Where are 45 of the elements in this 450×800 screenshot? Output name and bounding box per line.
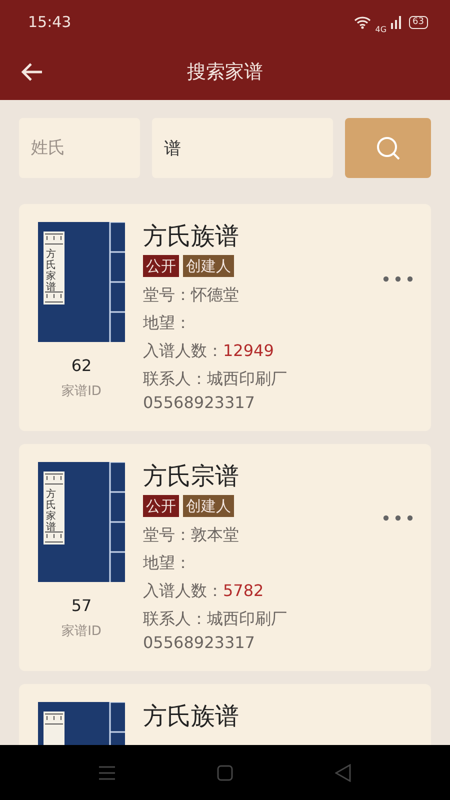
battery-indicator: 63 — [408, 16, 428, 29]
field-label: 堂号： — [143, 524, 191, 546]
field-label: 堂号： — [143, 284, 191, 306]
tag-label: 公开 — [143, 254, 179, 277]
network-label: 4G — [375, 24, 387, 36]
page-title: 搜索家谱 — [187, 60, 263, 86]
field-label: 入谱人数： — [143, 580, 223, 602]
back-icon — [335, 764, 351, 782]
more-icon — [383, 276, 413, 282]
field-label: 地望： — [143, 552, 191, 574]
genealogy-id: 57 — [70, 594, 93, 617]
genealogy-title: 方氏族谱 — [143, 702, 240, 730]
phone-number: 05568923317 — [143, 392, 256, 413]
tag-label: 创建人 — [183, 254, 234, 277]
cover-label: 方氏家谱 — [45, 249, 57, 293]
field-value: 5782 — [223, 580, 264, 602]
field-label: 入谱人数： — [143, 340, 223, 362]
field-label: 联系人： — [143, 368, 207, 390]
id-label: 家谱ID — [60, 622, 102, 641]
field-value: 城西印刷厂 — [207, 368, 287, 390]
surname-field[interactable]: 姓氏 — [19, 118, 140, 178]
field-value: 城西印刷厂 — [207, 608, 287, 630]
signal-icon — [390, 16, 401, 29]
back-arrow-icon — [20, 62, 44, 82]
menu-icon — [99, 766, 115, 780]
field-value: 敦本堂 — [191, 524, 239, 546]
id-label: 家谱ID — [60, 383, 102, 401]
cover-label: 方氏家谱 — [45, 488, 57, 533]
genealogy-title: 方氏宗谱 — [143, 462, 240, 491]
search-button[interactable] — [345, 118, 431, 178]
home-icon — [217, 765, 233, 782]
more-icon — [383, 515, 413, 522]
phone-number: 05568923317 — [143, 632, 256, 653]
genealogy-title: 方氏族谱 — [143, 222, 240, 251]
field-label: 地望： — [143, 312, 191, 334]
keyword-field[interactable]: 谱 — [152, 118, 333, 178]
status-time: 15:43 — [28, 12, 72, 34]
tag-label: 公开 — [143, 494, 179, 517]
wifi-icon — [354, 16, 372, 29]
search-icon — [375, 135, 401, 161]
genealogy-id: 62 — [70, 355, 93, 377]
field-value: 怀德堂 — [191, 284, 239, 306]
tag-label: 创建人 — [183, 494, 234, 517]
field-label: 联系人： — [143, 608, 207, 630]
field-value: 12949 — [223, 340, 274, 362]
